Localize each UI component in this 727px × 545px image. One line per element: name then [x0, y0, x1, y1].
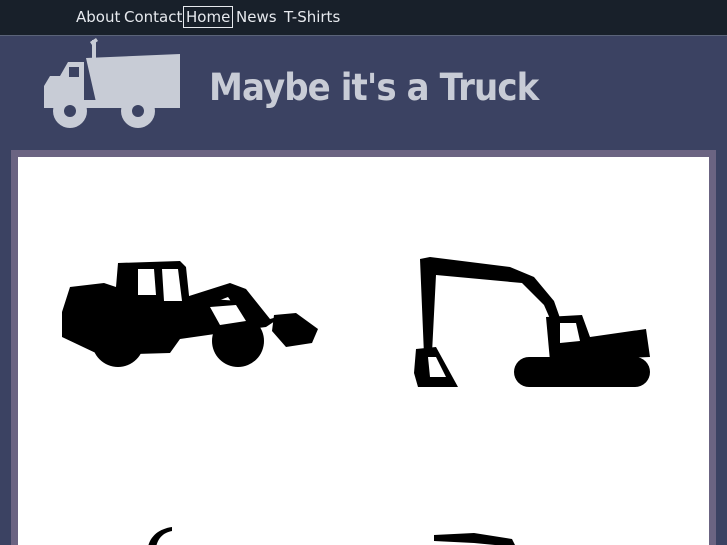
nav-link-tshirts[interactable]: T-Shirts	[284, 7, 340, 27]
nav-link-news[interactable]: News	[236, 7, 277, 27]
nav-link-home[interactable]: Home	[183, 6, 234, 28]
top-nav: About Contact Home News T-Shirts	[0, 0, 727, 36]
vehicle-gallery	[18, 157, 709, 545]
site-header: Maybe it's a Truck	[0, 36, 727, 150]
dump-truck-icon[interactable]	[40, 38, 182, 130]
crane-icon[interactable]	[136, 523, 196, 545]
site-title: Maybe it's a Truck	[209, 66, 539, 109]
nav-link-about[interactable]: About	[76, 7, 120, 27]
nav-link-contact[interactable]: Contact	[124, 7, 182, 27]
excavator-icon[interactable]	[410, 253, 654, 393]
wheel-loader-icon[interactable]	[60, 257, 322, 367]
bulldozer-icon[interactable]	[434, 531, 554, 545]
